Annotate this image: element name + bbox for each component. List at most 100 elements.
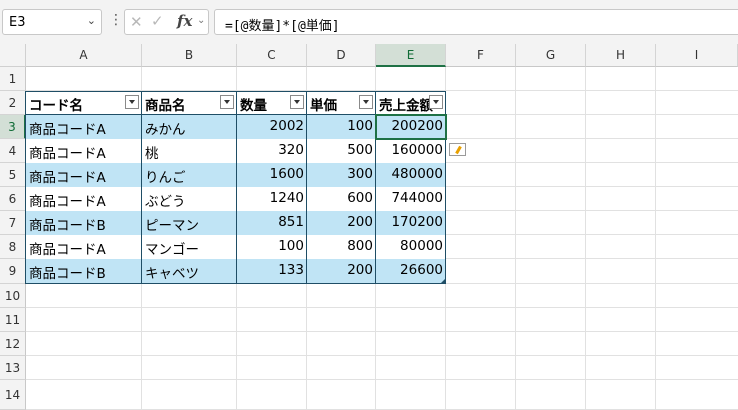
- column-header-c[interactable]: C: [237, 44, 307, 67]
- row-header-4[interactable]: 4: [0, 139, 26, 163]
- table-cell[interactable]: 80000: [376, 235, 446, 259]
- table-header-cell[interactable]: コード名: [26, 91, 142, 115]
- formula-toolbar: E3 ⌄ ⋮ ✕ ✓ fx ⌄ =[@数量]*[@単価]: [0, 0, 738, 44]
- row-header-11[interactable]: 11: [0, 308, 26, 332]
- table-cell[interactable]: 851: [237, 211, 307, 235]
- table-cell[interactable]: 500: [307, 139, 376, 163]
- header-label: 数量: [240, 98, 267, 114]
- table-header-cell[interactable]: 商品名: [142, 91, 237, 115]
- table-cell[interactable]: 100: [237, 235, 307, 259]
- close-icon[interactable]: ✕: [130, 13, 143, 31]
- table-cell[interactable]: 480000: [376, 163, 446, 187]
- name-box[interactable]: E3 ⌄: [2, 9, 102, 35]
- table-cell[interactable]: 商品コードB: [26, 211, 142, 235]
- table-cell[interactable]: 商品コードB: [26, 259, 142, 284]
- table-cell[interactable]: 200: [307, 211, 376, 235]
- cell-value: 100: [278, 238, 304, 254]
- fx-icon[interactable]: fx: [177, 12, 192, 30]
- column-header-b[interactable]: B: [142, 44, 237, 67]
- column-header-d[interactable]: D: [307, 44, 376, 67]
- table-cell[interactable]: 桃: [142, 139, 237, 163]
- table-cell[interactable]: 商品コードA: [26, 163, 142, 187]
- more-options-icon[interactable]: ⋮: [109, 12, 123, 28]
- cell-value: 商品コードA: [29, 122, 106, 138]
- check-icon[interactable]: ✓: [151, 12, 164, 30]
- cell-value: ぶどう: [145, 194, 186, 210]
- spreadsheet-grid[interactable]: A B C D E F G H I 1 2 3 4 5 6 7 8 9 10 11 12 13 14 コード名 商品名 数量 単価売…: [0, 44, 738, 410]
- name-box-value: E3: [9, 15, 26, 30]
- cell-value: 160000: [391, 142, 443, 158]
- column-header-f[interactable]: F: [446, 44, 516, 67]
- table-cell[interactable]: 100: [307, 115, 376, 139]
- cell-value: 200200: [391, 118, 443, 134]
- cell-value: 商品コードA: [29, 194, 106, 210]
- table-cell[interactable]: 200: [307, 259, 376, 284]
- chevron-down-icon[interactable]: ⌄: [87, 14, 96, 27]
- cell-value: りんご: [145, 170, 186, 186]
- table-cell[interactable]: 2002: [237, 115, 307, 139]
- row-header-1[interactable]: 1: [0, 67, 26, 91]
- table-cell[interactable]: りんご: [142, 163, 237, 187]
- table-cell[interactable]: 200200: [376, 115, 446, 139]
- row-header-5[interactable]: 5: [0, 163, 26, 187]
- table-cell[interactable]: キャベツ: [142, 259, 237, 284]
- table-cell[interactable]: みかん: [142, 115, 237, 139]
- cell-value: 170200: [391, 214, 443, 230]
- filter-dropdown-icon[interactable]: [125, 95, 139, 109]
- row-gridline: [26, 379, 738, 380]
- cell-value: 商品コードA: [29, 146, 106, 162]
- table-cell[interactable]: 1240: [237, 187, 307, 211]
- table-resize-handle[interactable]: [441, 279, 445, 283]
- table-cell[interactable]: マンゴー: [142, 235, 237, 259]
- table-cell[interactable]: 160000: [376, 139, 446, 163]
- table-cell[interactable]: 商品コードA: [26, 235, 142, 259]
- cell-value: 商品コードB: [29, 266, 106, 282]
- table-cell[interactable]: 600: [307, 187, 376, 211]
- table-cell[interactable]: 320: [237, 139, 307, 163]
- filter-dropdown-icon[interactable]: [359, 95, 373, 109]
- table-header-cell[interactable]: 数量: [237, 91, 307, 115]
- cell-value: 600: [347, 190, 373, 206]
- row-header-2[interactable]: 2: [0, 91, 26, 115]
- autofill-options-icon[interactable]: [449, 143, 466, 156]
- table-cell[interactable]: 800: [307, 235, 376, 259]
- table-cell[interactable]: 744000: [376, 187, 446, 211]
- table-cell[interactable]: ピーマン: [142, 211, 237, 235]
- filter-dropdown-icon[interactable]: [290, 95, 304, 109]
- table-cell[interactable]: 1600: [237, 163, 307, 187]
- chevron-down-icon[interactable]: ⌄: [197, 15, 205, 26]
- row-header-10[interactable]: 10: [0, 284, 26, 308]
- row-header-13[interactable]: 13: [0, 356, 26, 380]
- select-all-corner[interactable]: [0, 44, 26, 67]
- cell-value: 80000: [400, 238, 443, 254]
- table-cell[interactable]: 商品コードA: [26, 187, 142, 211]
- row-header-7[interactable]: 7: [0, 211, 26, 235]
- column-header-e[interactable]: E: [376, 44, 446, 67]
- row-header-9[interactable]: 9: [0, 259, 26, 284]
- row-header-14[interactable]: 14: [0, 380, 26, 410]
- row-header-8[interactable]: 8: [0, 235, 26, 259]
- table-header-cell[interactable]: 単価: [307, 91, 376, 115]
- table-header-cell[interactable]: 売上金額: [376, 91, 446, 115]
- column-header-a[interactable]: A: [26, 44, 142, 67]
- row-header-12[interactable]: 12: [0, 332, 26, 356]
- column-header-i[interactable]: I: [656, 44, 738, 67]
- formula-input[interactable]: =[@数量]*[@単価]: [214, 9, 738, 35]
- table-cell[interactable]: 商品コードA: [26, 115, 142, 139]
- formula-buttons: ✕ ✓ fx ⌄: [124, 9, 209, 35]
- filter-dropdown-icon[interactable]: [429, 95, 443, 109]
- cell-value: 133: [278, 262, 304, 278]
- table-cell[interactable]: 133: [237, 259, 307, 284]
- table-cell[interactable]: ぶどう: [142, 187, 237, 211]
- cell-value: 500: [347, 142, 373, 158]
- filter-dropdown-icon[interactable]: [220, 95, 234, 109]
- table-cell[interactable]: 26600: [376, 259, 446, 284]
- table-cell[interactable]: 商品コードA: [26, 139, 142, 163]
- column-header-h[interactable]: H: [586, 44, 656, 67]
- row-header-6[interactable]: 6: [0, 187, 26, 211]
- table-cell[interactable]: 170200: [376, 211, 446, 235]
- row-header-3[interactable]: 3: [0, 115, 26, 139]
- header-label: コード名: [29, 98, 83, 114]
- table-cell[interactable]: 300: [307, 163, 376, 187]
- column-header-g[interactable]: G: [516, 44, 586, 67]
